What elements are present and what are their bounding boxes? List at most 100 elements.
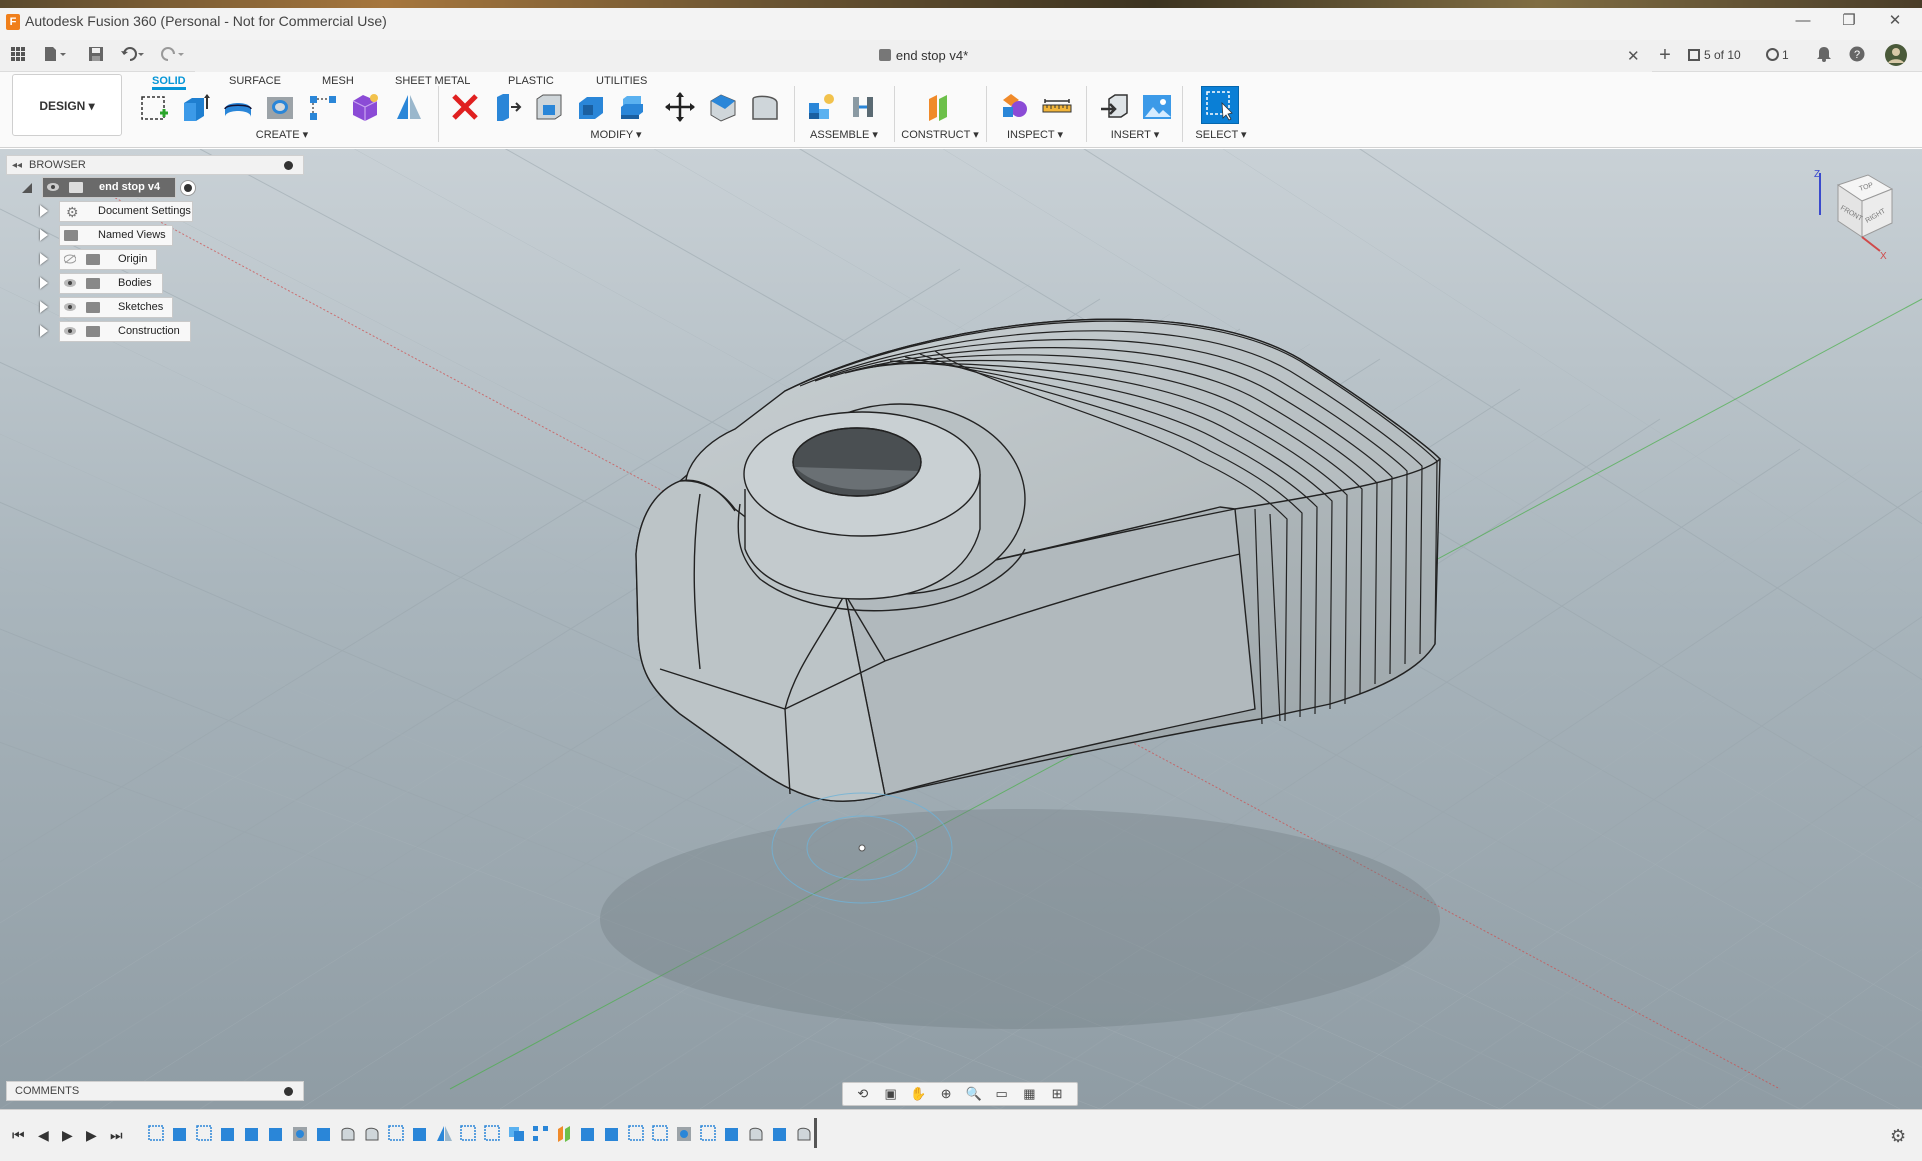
job-status[interactable]: 5 of 10 [1688,48,1741,62]
tab-solid[interactable]: SOLID [152,72,186,90]
timeline-feature-sketch[interactable] [460,1125,477,1142]
split-face-icon[interactable] [748,90,782,124]
expand-arrow-icon[interactable] [40,301,48,313]
offset-plane-icon[interactable] [922,90,956,124]
help-icon[interactable]: ? [1848,46,1866,66]
origin-node[interactable]: Origin [59,249,157,270]
root-component[interactable]: end stop v4 [42,177,176,198]
tree-item-construction[interactable]: Construction [6,319,304,343]
browser-pin-icon[interactable] [284,161,293,170]
expand-arrow-icon[interactable] [40,325,48,337]
shell-icon[interactable] [574,90,608,124]
timeline-feature-extrude[interactable] [220,1125,237,1142]
grid-settings-icon[interactable]: ▦ [1020,1086,1038,1102]
tree-item-sketches[interactable]: Sketches [6,295,304,319]
timeline-previous-button[interactable]: ◀ [38,1127,49,1144]
timeline-feature-fillet[interactable] [340,1125,357,1142]
zoom-icon[interactable]: ⊕ [937,1086,955,1102]
tab-sheet-metal[interactable]: SHEET METAL [395,72,470,90]
create-form-icon[interactable] [348,90,382,124]
new-component-icon[interactable] [804,90,838,124]
comments-header[interactable]: COMMENTS [6,1081,304,1101]
file-menu-icon[interactable] [40,46,70,66]
timeline-feature-sketch[interactable] [148,1125,165,1142]
delete-icon[interactable] [448,90,482,124]
timeline-feature-extrude[interactable] [244,1125,261,1142]
hole-icon[interactable] [263,90,297,124]
timeline-feature-plane[interactable] [556,1125,573,1142]
tab-mesh[interactable]: MESH [322,72,354,90]
named-views-node[interactable]: Named Views [59,225,173,246]
look-at-icon[interactable]: ▣ [882,1086,900,1102]
add-comment-icon[interactable] [284,1087,293,1096]
expand-arrow-icon[interactable] [40,205,48,217]
bodies-node[interactable]: Bodies [59,273,163,294]
timeline-feature-sketch[interactable] [652,1125,669,1142]
assemble-group-label[interactable]: ASSEMBLE ▾ [804,128,884,141]
visibility-eye-icon[interactable] [47,182,59,192]
expand-arrow-icon[interactable] [40,229,48,241]
workspace-switcher[interactable]: DESIGN ▾ [12,74,122,136]
mirror-icon[interactable] [392,90,426,124]
modify-group-label[interactable]: MODIFY ▾ [584,128,648,141]
select-group-label[interactable]: SELECT ▾ [1186,128,1256,141]
press-pull-icon[interactable] [490,90,524,124]
root-collapse-icon[interactable] [22,183,32,193]
timeline-settings-gear-icon[interactable]: ⚙ [1890,1126,1906,1147]
visibility-eye-icon[interactable] [64,278,76,288]
timeline-last-button[interactable]: ⏭ [110,1127,123,1144]
user-avatar[interactable] [1884,44,1908,66]
select-icon[interactable] [1201,86,1239,124]
insert-group-label[interactable]: INSERT ▾ [1100,128,1170,141]
save-icon[interactable] [86,46,106,66]
timeline-feature-mirror[interactable] [436,1125,453,1142]
move-copy-icon[interactable] [663,90,697,124]
construction-node[interactable]: Construction [59,321,191,342]
restore-button[interactable]: ❐ [1826,10,1872,34]
timeline-feature-hole[interactable] [676,1125,693,1142]
timeline-feature-extrude[interactable] [316,1125,333,1142]
visibility-eye-icon[interactable] [64,326,76,336]
timeline-feature-extrude[interactable] [412,1125,429,1142]
tree-item-document-settings[interactable]: ⚙ Document Settings [6,199,304,223]
timeline-feature-sketch[interactable] [388,1125,405,1142]
visibility-eye-icon[interactable] [64,302,76,312]
redo-icon[interactable] [158,46,188,66]
tree-item-named-views[interactable]: Named Views [6,223,304,247]
measure-icon[interactable] [1040,90,1074,124]
orbit-icon[interactable]: ⟲ [854,1086,872,1102]
timeline-feature-sketch[interactable] [196,1125,213,1142]
document-tab[interactable]: end stop v4* [195,40,1652,72]
view-cube[interactable]: Z TOP FRONT RIGHT X [1810,165,1910,265]
chamfer-icon[interactable] [706,90,740,124]
timeline-feature-fillet[interactable] [748,1125,765,1142]
close-window-button[interactable]: ✕ [1872,10,1918,34]
timeline-feature-extrude[interactable] [172,1125,189,1142]
timeline-next-button[interactable]: ▶ [86,1127,97,1144]
timeline-feature-extrude[interactable] [604,1125,621,1142]
tab-utilities[interactable]: UTILITIES [596,72,647,90]
timeline-feature-extrude[interactable] [580,1125,597,1142]
undo-icon[interactable] [118,46,148,66]
data-panel-grid-icon[interactable] [8,46,28,66]
insert-derive-icon[interactable] [1098,90,1132,124]
timeline-feature-extrude[interactable] [772,1125,789,1142]
expand-arrow-icon[interactable] [40,253,48,265]
tree-item-bodies[interactable]: Bodies [6,271,304,295]
construct-group-label[interactable]: CONSTRUCT ▾ [900,128,980,141]
interference-icon[interactable] [998,90,1032,124]
hidden-eye-icon[interactable] [64,254,76,264]
sketches-node[interactable]: Sketches [59,297,173,318]
timeline-feature-extrude[interactable] [268,1125,285,1142]
timeline-feature-sketch[interactable] [628,1125,645,1142]
tab-surface[interactable]: SURFACE [229,72,281,90]
tree-item-origin[interactable]: Origin [6,247,304,271]
joint-icon[interactable] [846,90,880,124]
document-settings-node[interactable]: ⚙ Document Settings [59,201,193,222]
browser-header[interactable]: ◂◂ BROWSER [6,155,304,175]
timeline-feature-hole[interactable] [292,1125,309,1142]
revolve-icon[interactable] [221,90,255,124]
inspect-group-label[interactable]: INSPECT ▾ [1000,128,1070,141]
pan-hand-icon[interactable]: ✋ [909,1086,927,1102]
tab-plastic[interactable]: PLASTIC [508,72,554,90]
